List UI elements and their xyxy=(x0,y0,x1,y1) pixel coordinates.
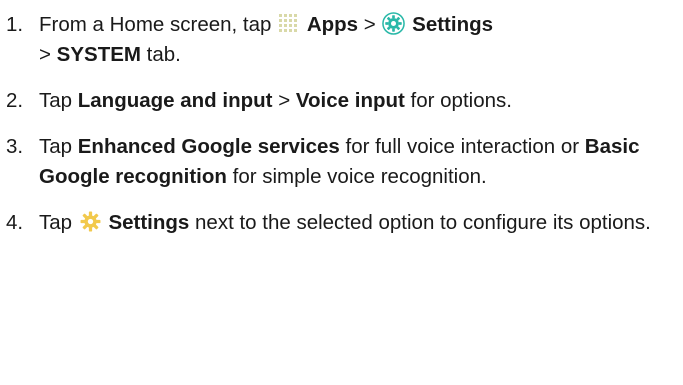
language-input-label: Language and input xyxy=(77,89,273,112)
step-4: 4. Tap Settings next to the selected opt… xyxy=(6,208,678,238)
step-3-text-b: for full voice interaction or xyxy=(339,135,585,158)
voice-input-label: Voice input xyxy=(295,89,405,112)
step-2-text-a: Tap xyxy=(39,89,78,112)
enhanced-google-services-label: Enhanced Google services xyxy=(77,135,340,158)
step-number: 3. xyxy=(6,135,24,158)
settings-label: Settings xyxy=(412,13,494,36)
step-3-text-c: for simple voice recognition. xyxy=(226,165,487,188)
step-3-text-a: Tap xyxy=(39,135,78,158)
apps-label: Apps xyxy=(306,13,359,36)
step-2-text-b: for options. xyxy=(404,89,512,112)
step-text: Tap Settings next to the selected option… xyxy=(39,208,678,238)
step-4-text-a: Tap xyxy=(39,211,78,234)
step-text: Tap Enhanced Google services for full vo… xyxy=(39,132,678,192)
gear-icon xyxy=(79,210,102,233)
step-2-separator: > xyxy=(272,89,296,112)
step-number: 1. xyxy=(6,13,24,36)
settings-gear-icon xyxy=(382,12,406,35)
step-4-text-b: next to the selected option to configure… xyxy=(189,211,651,234)
apps-grid-icon xyxy=(278,13,300,35)
step-text: Tap Language and input > Voice input for… xyxy=(39,86,678,116)
step-1: 1. From a Home screen, tap Apps > Settin… xyxy=(6,10,678,70)
step-2: 2. Tap Language and input > Voice input … xyxy=(6,86,678,116)
step-1-separator-a: > xyxy=(358,13,382,36)
step-1-separator-b: > xyxy=(39,43,57,66)
step-1-text-a: From a Home screen, tap xyxy=(39,13,278,36)
settings-label: Settings xyxy=(108,211,190,234)
instruction-steps: 1. From a Home screen, tap Apps > Settin… xyxy=(6,10,678,238)
step-1-text-b: tab. xyxy=(140,43,181,66)
step-text: From a Home screen, tap Apps > Settings … xyxy=(39,10,678,70)
step-number: 4. xyxy=(6,211,24,234)
step-3: 3. Tap Enhanced Google services for full… xyxy=(6,132,678,192)
system-tab-label: SYSTEM xyxy=(56,43,141,66)
step-number: 2. xyxy=(6,89,24,112)
